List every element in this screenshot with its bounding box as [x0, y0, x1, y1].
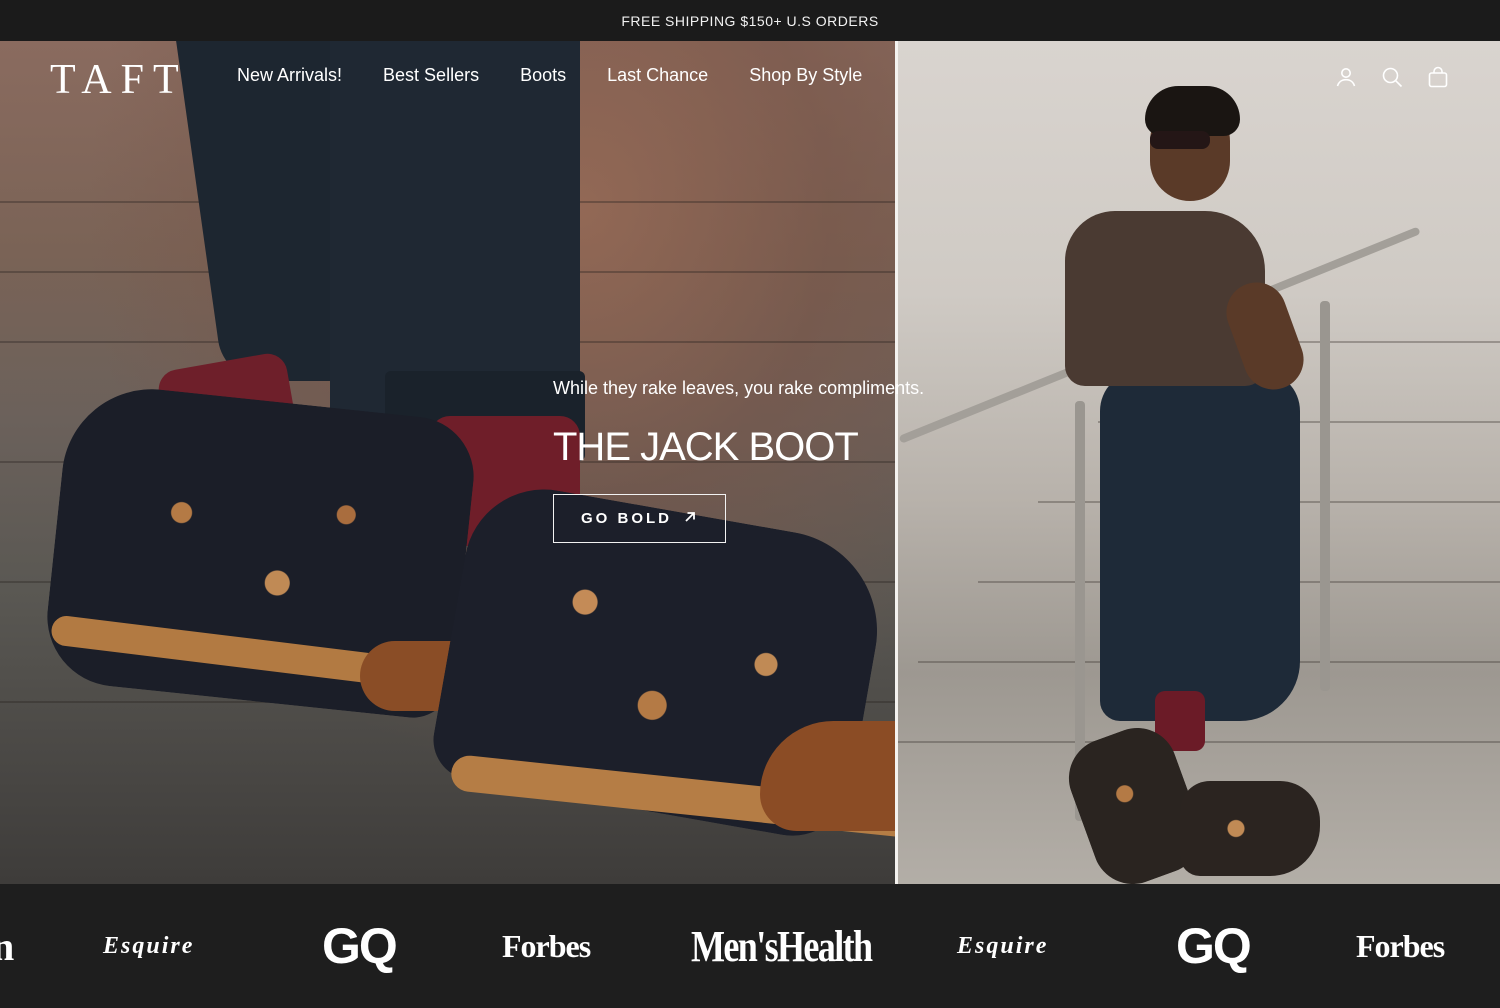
- esquire-logo: Esquire: [103, 932, 195, 959]
- nav-last-chance[interactable]: Last Chance: [607, 65, 708, 86]
- arrow-up-right-icon: [682, 509, 698, 529]
- hero-headline: THE JACK BOOT: [553, 425, 859, 469]
- forbes-logo: Forbes: [1356, 927, 1445, 964]
- announcement-bar: FREE SHIPPING $150+ U.S ORDERS: [0, 0, 1500, 41]
- brand-logo[interactable]: TAFT: [50, 56, 188, 104]
- go-bold-button[interactable]: GO BOLD: [553, 494, 726, 543]
- search-icon[interactable]: [1380, 65, 1404, 89]
- cart-icon[interactable]: [1426, 65, 1450, 89]
- cta-label: GO BOLD: [581, 510, 672, 527]
- site-header: TAFT New Arrivals! Best Sellers Boots La…: [0, 41, 1500, 111]
- hero-tagline: While they rake leaves, you rake complim…: [553, 378, 925, 398]
- mens-health-logo: Men'sHealth: [691, 921, 873, 971]
- hero-copy: While they rake leaves, you rake complim…: [553, 378, 924, 543]
- press-logo-partial: n: [0, 923, 14, 969]
- esquire-logo: Esquire: [957, 932, 1049, 959]
- main-nav: New Arrivals! Best Sellers Boots Last Ch…: [237, 65, 862, 86]
- announcement-text: FREE SHIPPING $150+ U.S ORDERS: [621, 12, 879, 29]
- forbes-logo: Forbes: [502, 927, 591, 964]
- nav-shop-by-style[interactable]: Shop By Style: [749, 65, 862, 86]
- nav-best-sellers[interactable]: Best Sellers: [383, 65, 479, 86]
- gq-logo: GQ: [1176, 918, 1252, 974]
- gq-logo: GQ: [322, 918, 398, 974]
- nav-new-arrivals[interactable]: New Arrivals!: [237, 65, 342, 86]
- header-actions: [1334, 65, 1450, 89]
- nav-boots[interactable]: Boots: [520, 65, 566, 86]
- account-icon[interactable]: [1334, 65, 1358, 89]
- press-logos-strip: n Esquire GQ Forbes Men'sHealth Esquire …: [0, 884, 1500, 1008]
